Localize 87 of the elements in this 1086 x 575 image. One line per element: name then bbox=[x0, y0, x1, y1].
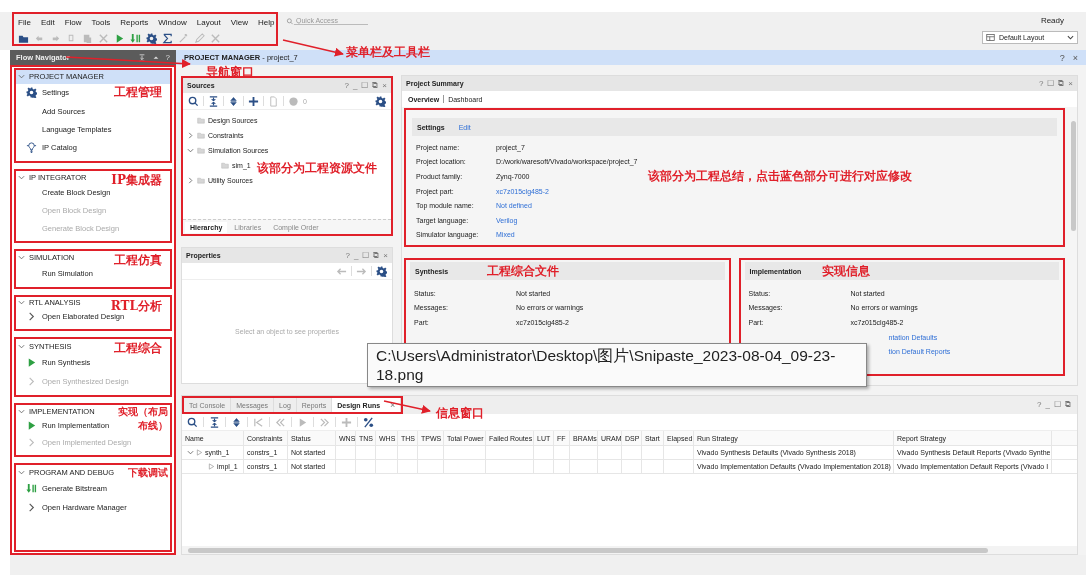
file-path-tooltip: C:\Users\Administrator\Desktop\图片\Snipaste_2023-08-04_09-23-18.png bbox=[367, 343, 867, 387]
annotation-label: 工程综合文件 bbox=[487, 262, 559, 280]
menu-item[interactable]: Help bbox=[257, 18, 275, 27]
settings-icon[interactable] bbox=[146, 32, 157, 44]
layout-icon bbox=[986, 33, 995, 42]
annotation-label: 工程综合 bbox=[114, 340, 162, 357]
status-text: Ready bbox=[1040, 16, 1065, 25]
menu-item[interactable]: Edit bbox=[40, 18, 55, 27]
menu-item[interactable]: Tools bbox=[91, 18, 111, 27]
folder-icon bbox=[221, 162, 229, 169]
window-control[interactable]: ? bbox=[1059, 52, 1065, 63]
help-button[interactable]: ? bbox=[165, 53, 170, 62]
window-control[interactable]: ☐ bbox=[1047, 78, 1055, 89]
window-control[interactable]: _ bbox=[352, 80, 358, 91]
chevron-down-icon[interactable] bbox=[18, 254, 25, 262]
chevron-right-icon[interactable] bbox=[187, 132, 194, 139]
chevron-right-icon[interactable] bbox=[187, 177, 194, 184]
window-control[interactable]: ? bbox=[345, 250, 350, 261]
window-control[interactable]: × bbox=[383, 250, 388, 261]
search-icon[interactable] bbox=[187, 416, 198, 428]
chevron-down-icon[interactable] bbox=[187, 147, 194, 154]
chevron-down-icon[interactable] bbox=[18, 73, 25, 81]
menu-item[interactable]: Layout bbox=[196, 18, 221, 27]
menu-item[interactable]: Reports bbox=[120, 18, 149, 27]
settings-icon[interactable] bbox=[26, 87, 37, 99]
annotation-label: 实现（布局布线） bbox=[117, 405, 168, 433]
window-control[interactable]: ☐ bbox=[362, 250, 370, 261]
play-icon[interactable] bbox=[26, 357, 37, 368]
pin-icon[interactable] bbox=[26, 142, 37, 154]
play-icon[interactable] bbox=[26, 420, 37, 432]
chevron-down-icon[interactable] bbox=[18, 407, 25, 415]
annotation-label: 实现信息 bbox=[821, 262, 870, 280]
folder-icon bbox=[197, 177, 205, 184]
menu-item[interactable]: Window bbox=[158, 18, 187, 27]
window-control[interactable]: ☐ bbox=[1054, 400, 1061, 410]
settings-icon[interactable] bbox=[375, 95, 386, 107]
menu-item[interactable]: File bbox=[18, 18, 31, 27]
expand-icon[interactable] bbox=[231, 416, 242, 428]
annotation-label: IP集成器 bbox=[111, 172, 162, 189]
chevron-down-icon[interactable] bbox=[187, 449, 194, 456]
scrollbar[interactable] bbox=[182, 546, 1077, 554]
circle-icon[interactable] bbox=[288, 95, 299, 107]
window-control[interactable]: ? bbox=[1038, 78, 1044, 89]
window-control[interactable]: × bbox=[1068, 78, 1073, 89]
window-control[interactable]: ☐ bbox=[361, 80, 369, 91]
percent-icon[interactable] bbox=[363, 416, 374, 428]
download-icon[interactable] bbox=[26, 483, 37, 494]
settings-icon[interactable] bbox=[376, 265, 387, 277]
close-button[interactable]: × bbox=[390, 400, 396, 410]
window-control[interactable]: × bbox=[382, 80, 387, 91]
plus-icon[interactable] bbox=[248, 95, 259, 107]
search-icon[interactable] bbox=[188, 95, 199, 107]
sigma-icon[interactable] bbox=[162, 32, 173, 44]
window-control[interactable]: _ bbox=[1045, 400, 1050, 410]
window-control[interactable]: ? bbox=[344, 80, 349, 91]
chevron-down-icon[interactable] bbox=[18, 468, 25, 476]
expand-icon[interactable] bbox=[228, 95, 239, 107]
file-icon[interactable] bbox=[268, 95, 279, 107]
chevron-right-icon[interactable] bbox=[26, 311, 37, 323]
download-icon[interactable] bbox=[130, 32, 141, 44]
search-icon bbox=[286, 16, 294, 26]
annotation-label: RTL分析 bbox=[110, 298, 162, 314]
annotation-label: 工程管理 bbox=[114, 84, 162, 101]
annotation-label: 该部分为工程资源文件 bbox=[257, 160, 377, 177]
annotation-label: 该部分为工程总结，点击蓝色部分可进行对应修改 bbox=[648, 168, 912, 185]
window-control[interactable]: × bbox=[1072, 52, 1078, 63]
menu-item[interactable]: View bbox=[230, 18, 248, 27]
annotation-label: 工程仿真 bbox=[114, 252, 162, 269]
window-control[interactable]: ⧉ bbox=[373, 250, 380, 261]
menu-item[interactable]: Flow bbox=[64, 18, 82, 27]
window-control[interactable]: _ bbox=[353, 250, 359, 261]
play-icon[interactable] bbox=[114, 32, 125, 44]
chevron-down-icon[interactable] bbox=[18, 174, 25, 181]
chevron-down-icon[interactable] bbox=[18, 342, 25, 350]
window-control[interactable]: ⧉ bbox=[1065, 400, 1071, 410]
chevron-down-icon[interactable] bbox=[18, 299, 25, 307]
collapse-icon[interactable] bbox=[209, 416, 220, 428]
annotation-arrow bbox=[282, 39, 344, 57]
caret-icon bbox=[1067, 34, 1074, 41]
annotation-label: 菜单栏及工具栏 bbox=[346, 44, 430, 61]
window-control[interactable]: ⧉ bbox=[372, 80, 379, 91]
annotation-label: 下载调试 bbox=[128, 466, 168, 480]
window-control[interactable]: ? bbox=[1037, 400, 1042, 410]
annotation-label: 信息窗口 bbox=[436, 405, 484, 422]
chevron-right-icon[interactable] bbox=[26, 502, 37, 513]
window-control[interactable]: ⧉ bbox=[1058, 78, 1065, 89]
collapse-icon[interactable] bbox=[208, 95, 219, 107]
